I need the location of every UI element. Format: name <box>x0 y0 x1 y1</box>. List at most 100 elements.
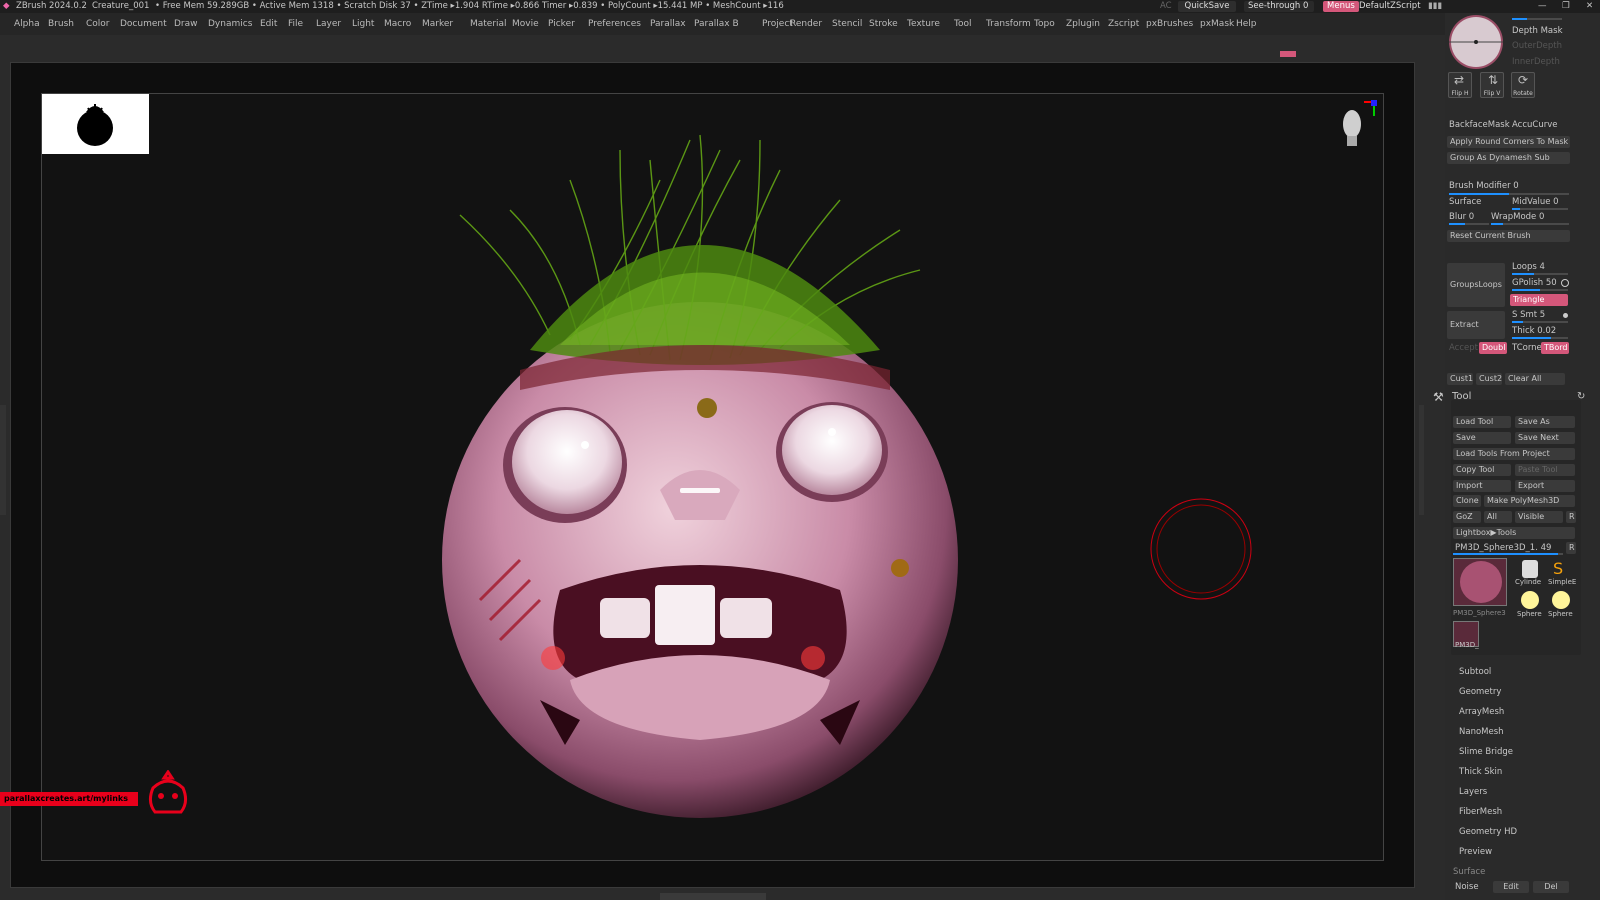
thick-slider[interactable]: Thick 0.02 <box>1512 326 1556 336</box>
menu-color[interactable]: Color <box>86 13 110 35</box>
cust2-button[interactable]: Cust2 <box>1476 373 1502 385</box>
double-toggle[interactable]: Doubl <box>1479 342 1507 354</box>
menu-light[interactable]: Light <box>352 13 374 35</box>
extract-button[interactable]: Extract <box>1447 311 1505 339</box>
menu-macro[interactable]: Macro <box>384 13 411 35</box>
ssmt-dot-icon[interactable] <box>1563 313 1568 318</box>
menu-help[interactable]: Help <box>1236 13 1257 35</box>
simple-brush-thumb-icon[interactable]: S <box>1553 559 1563 578</box>
menu-preferences[interactable]: Preferences <box>588 13 641 35</box>
menu-stroke[interactable]: Stroke <box>869 13 898 35</box>
menu-render[interactable]: Render <box>790 13 822 35</box>
submenu-nanomesh[interactable]: NanoMesh <box>1459 727 1504 737</box>
submenu-arraymesh[interactable]: ArrayMesh <box>1459 707 1504 717</box>
close-icon[interactable]: ✕ <box>1586 0 1593 13</box>
menu-pxbrushes[interactable]: pxBrushes <box>1146 13 1193 35</box>
submenu-geometry-hd[interactable]: Geometry HD <box>1459 827 1517 837</box>
top-slider[interactable] <box>1512 18 1562 20</box>
bottom-shelf-toggle[interactable] <box>660 893 766 900</box>
menu-edit[interactable]: Edit <box>260 13 277 35</box>
flip-h-button[interactable]: ⇄ Flip H <box>1448 72 1472 98</box>
make-polymesh3d-button[interactable]: Make PolyMesh3D <box>1484 495 1575 507</box>
current-tool-slider[interactable]: PM3D_Sphere3D_1. 49 <box>1455 543 1551 553</box>
submenu-preview[interactable]: Preview <box>1459 847 1492 857</box>
visible-button[interactable]: Visible <box>1515 511 1563 523</box>
menu-alpha[interactable]: Alpha <box>14 13 40 35</box>
tcorne-toggle[interactable]: TCorne <box>1512 343 1542 353</box>
navigation-head-icon[interactable] <box>1338 100 1378 150</box>
menu-zscript[interactable]: Zscript <box>1108 13 1139 35</box>
lightbox-tools-button[interactable]: Lightbox▶Tools <box>1453 527 1575 539</box>
menu-material[interactable]: Material <box>470 13 507 35</box>
menu-picker[interactable]: Picker <box>548 13 575 35</box>
layout-icon[interactable]: ▮▮▮ <box>1428 0 1442 13</box>
submenu-geometry[interactable]: Geometry <box>1459 687 1501 697</box>
menu-transform[interactable]: Transform <box>986 13 1031 35</box>
accucurve-toggle[interactable]: AccuCurve <box>1512 120 1557 130</box>
menu-brush[interactable]: Brush <box>48 13 74 35</box>
wrapmode-slider[interactable]: WrapMode 0 <box>1491 212 1544 222</box>
menu-movie[interactable]: Movie <box>512 13 539 35</box>
midvalue-slider[interactable]: MidValue 0 <box>1512 197 1559 207</box>
blur-slider[interactable]: Blur 0 <box>1449 212 1474 222</box>
group-as-dynamesh-button[interactable]: Group As Dynamesh Sub <box>1447 152 1570 164</box>
menus-button[interactable]: Menus <box>1323 1 1359 12</box>
menu-stencil[interactable]: Stencil <box>832 13 862 35</box>
backface-mask-toggle[interactable]: BackfaceMask <box>1449 120 1510 130</box>
menu-dynamics[interactable]: Dynamics <box>208 13 252 35</box>
save-as-button[interactable]: Save As <box>1515 416 1575 428</box>
menu-topo[interactable]: Topo <box>1034 13 1055 35</box>
flip-v-button[interactable]: ⇅ Flip V <box>1480 72 1504 98</box>
r-button[interactable]: R <box>1566 511 1576 523</box>
reset-current-brush-button[interactable]: Reset Current Brush <box>1447 230 1570 242</box>
menu-layer[interactable]: Layer <box>316 13 341 35</box>
noise-edit-button[interactable]: Edit <box>1493 881 1529 893</box>
cylinder-thumb-icon[interactable] <box>1522 560 1538 578</box>
gpolish-dot-icon[interactable] <box>1561 279 1569 287</box>
menu-draw[interactable]: Draw <box>174 13 198 35</box>
minimize-icon[interactable]: — <box>1538 0 1547 13</box>
noise-label[interactable]: Noise <box>1455 882 1479 892</box>
goz-button[interactable]: GoZ <box>1453 511 1481 523</box>
menu-project[interactable]: Project <box>762 13 793 35</box>
paste-tool-button[interactable]: Paste Tool <box>1515 464 1575 476</box>
noise-del-button[interactable]: Del <box>1533 881 1569 893</box>
depth-mask-label[interactable]: Depth Mask <box>1512 26 1563 36</box>
ssmt-slider[interactable]: S Smt 5 <box>1512 310 1545 320</box>
sphere-thumb-icon-1[interactable] <box>1521 591 1539 609</box>
quicksave-button[interactable]: QuickSave <box>1178 1 1236 12</box>
save-next-button[interactable]: Save Next <box>1515 432 1575 444</box>
submenu-thick-skin[interactable]: Thick Skin <box>1459 767 1502 777</box>
submenu-subtool[interactable]: Subtool <box>1459 667 1491 677</box>
clear-all-button[interactable]: Clear All <box>1505 373 1565 385</box>
export-button[interactable]: Export <box>1515 480 1575 492</box>
menu-parallax[interactable]: Parallax <box>650 13 686 35</box>
restore-icon[interactable]: ❐ <box>1562 0 1570 13</box>
load-tools-from-project-button[interactable]: Load Tools From Project <box>1453 448 1575 460</box>
copy-tool-button[interactable]: Copy Tool <box>1453 464 1511 476</box>
outer-depth-label[interactable]: OuterDepth <box>1512 41 1562 51</box>
right-tray-toggle[interactable] <box>1419 405 1424 515</box>
accept-button[interactable]: Accept <box>1449 343 1478 353</box>
all-button[interactable]: All <box>1484 511 1512 523</box>
see-through-slider[interactable]: See-through 0 <box>1244 1 1314 12</box>
triangle-toggle[interactable]: Triangle <box>1510 294 1568 306</box>
brush-modifier-slider[interactable]: Brush Modifier 0 <box>1449 181 1519 191</box>
import-button[interactable]: Import <box>1453 480 1511 492</box>
menu-document[interactable]: Document <box>120 13 167 35</box>
cust1-button[interactable]: Cust1 <box>1447 373 1473 385</box>
tool-thumb-sphere3[interactable] <box>1453 558 1507 606</box>
save-button[interactable]: Save <box>1453 432 1511 444</box>
rotate-button[interactable]: ⟳ Rotate <box>1511 72 1535 98</box>
sphere-thumb-icon-2[interactable] <box>1552 591 1570 609</box>
submenu-fibermesh[interactable]: FiberMesh <box>1459 807 1502 817</box>
menu-tool[interactable]: Tool <box>954 13 971 35</box>
menu-texture[interactable]: Texture <box>907 13 940 35</box>
gpolish-slider[interactable]: GPolish 50 <box>1512 278 1557 288</box>
inner-depth-label[interactable]: InnerDepth <box>1512 57 1560 67</box>
submenu-layers[interactable]: Layers <box>1459 787 1487 797</box>
menu-zplugin[interactable]: Zplugin <box>1066 13 1100 35</box>
surface-label[interactable]: Surface <box>1449 197 1481 207</box>
creature-sphere-model[interactable] <box>420 120 980 820</box>
apply-round-corners-button[interactable]: Apply Round Corners To Mask <box>1447 136 1570 148</box>
